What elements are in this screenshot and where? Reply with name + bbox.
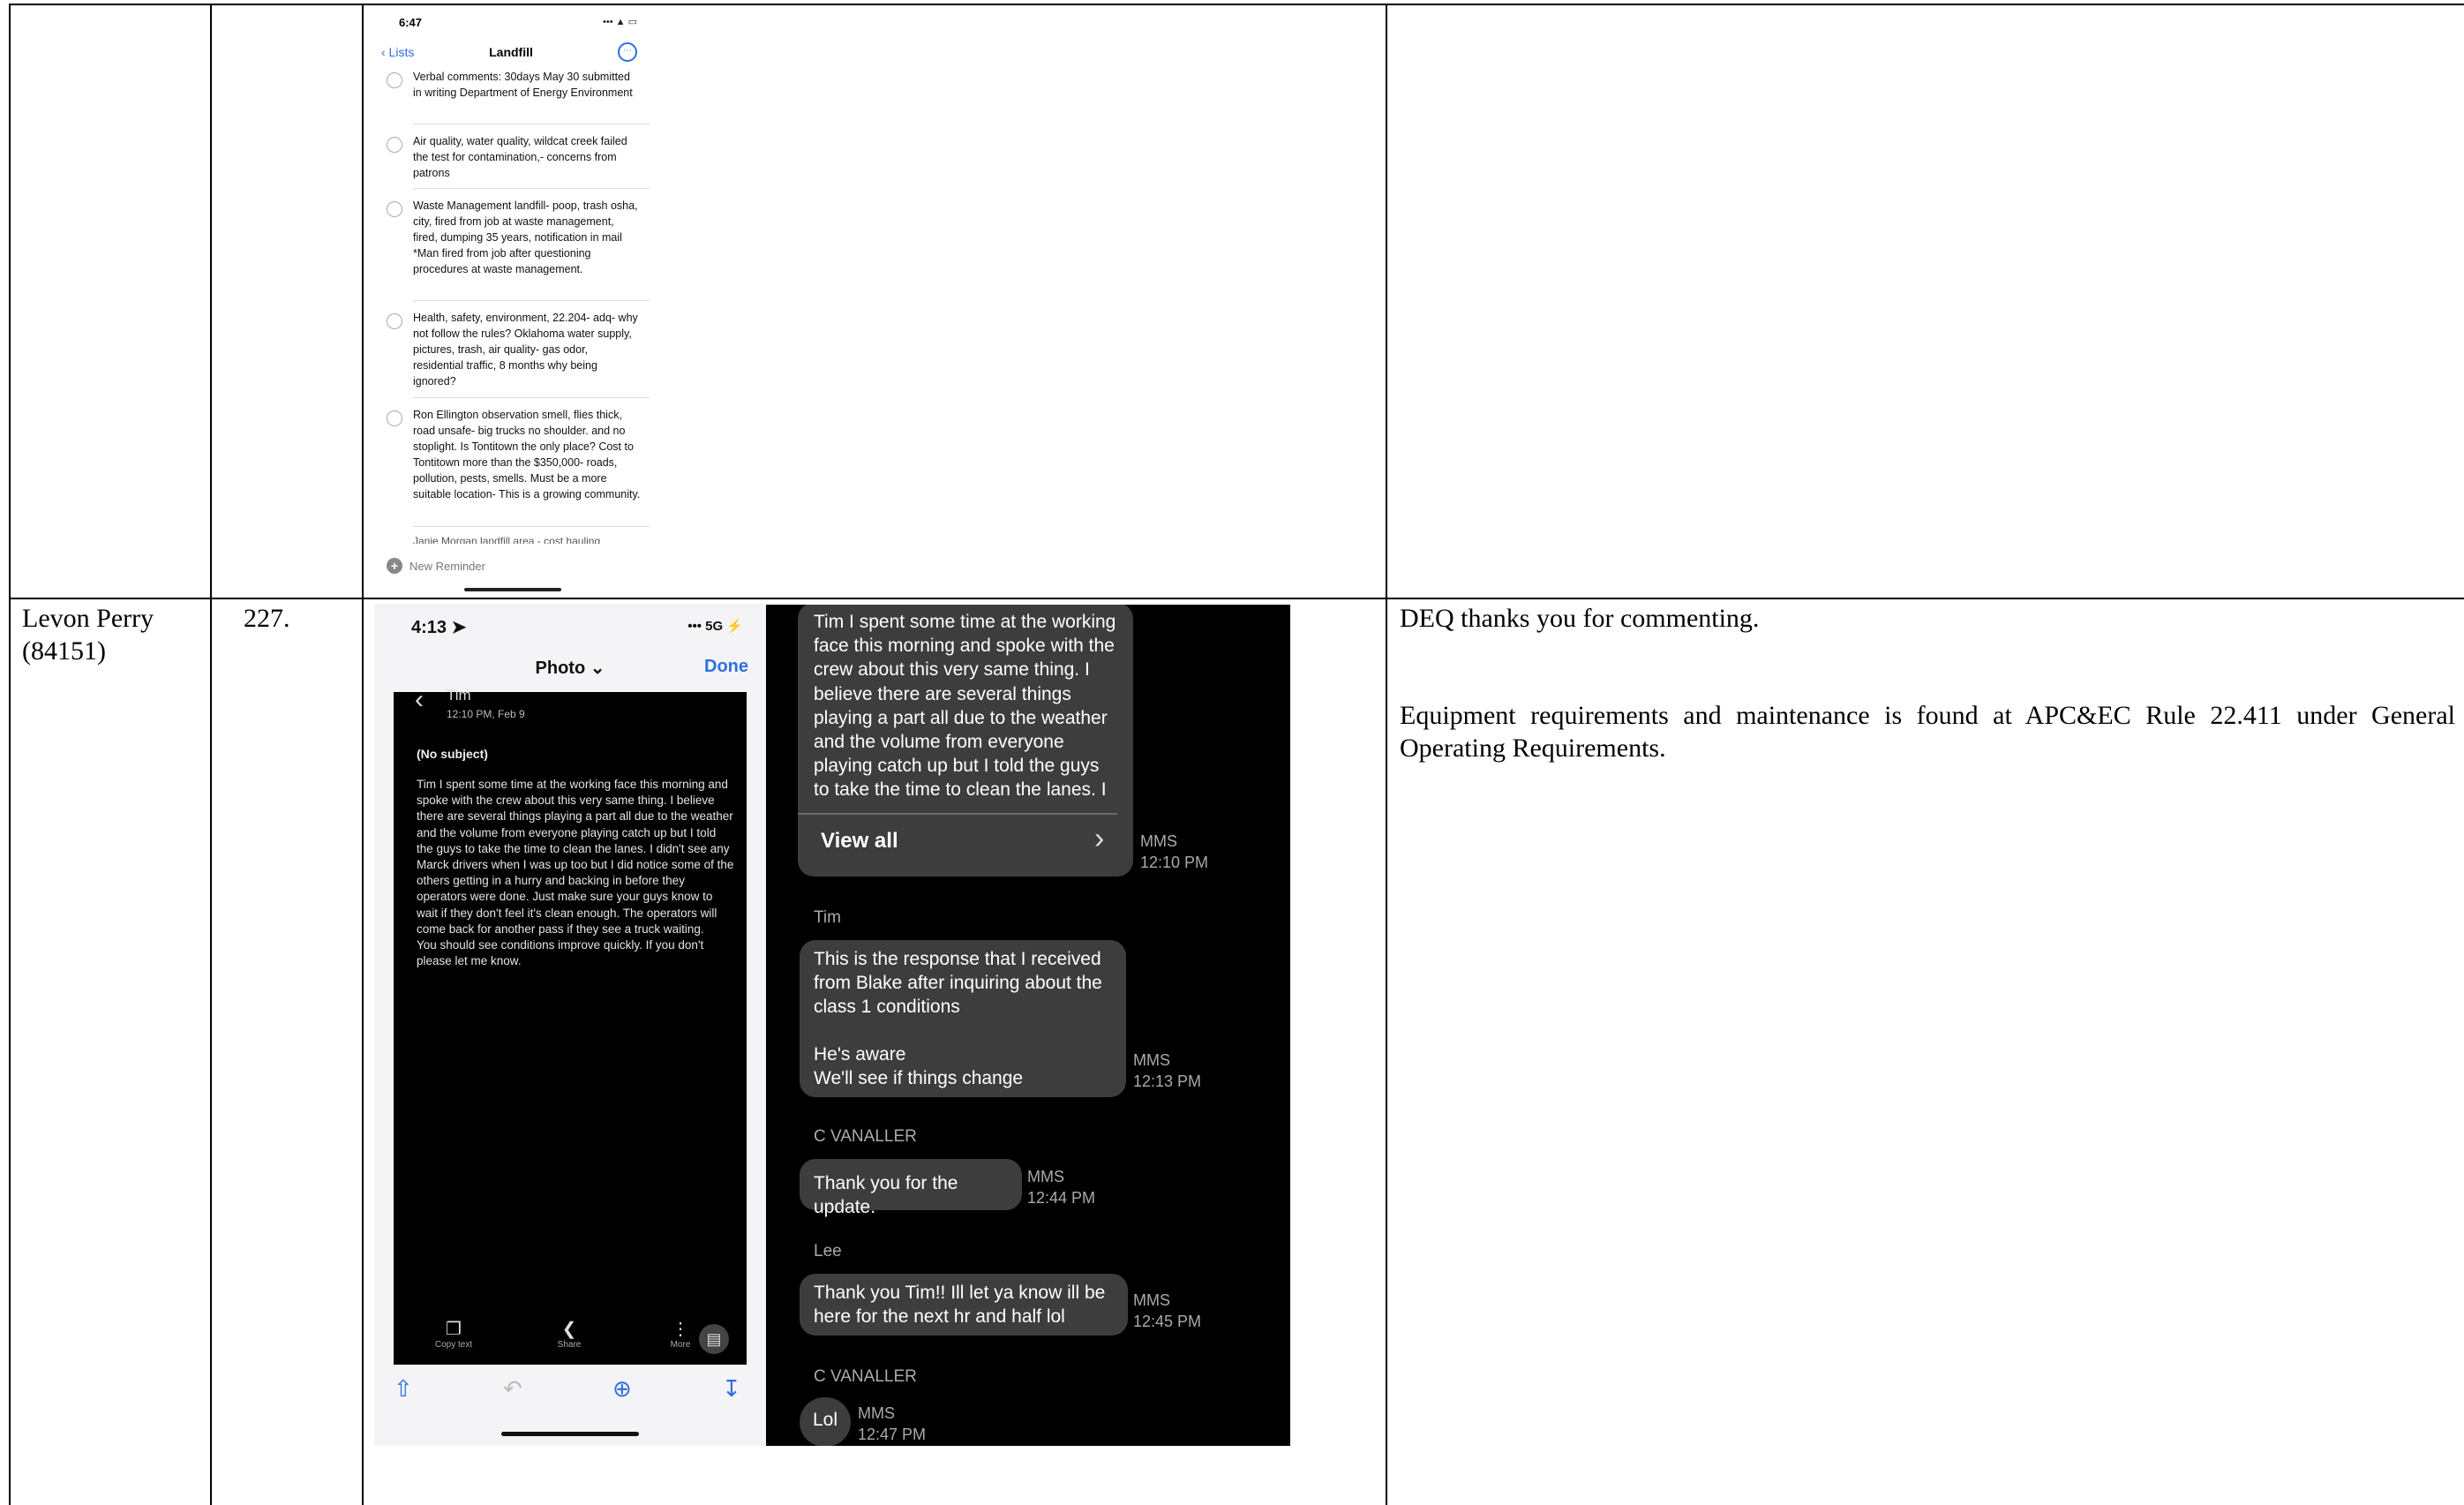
checkbox-circle-icon[interactable] [387,137,402,153]
col-border-3 [362,4,364,1505]
message-meta: MMS 12:44 PM [1027,1168,1096,1207]
sender-name: Tim [814,908,841,927]
message-meta: MMS 12:47 PM [858,1404,927,1443]
divider [413,300,650,301]
more-label: More [670,1340,691,1350]
status-icons: ••• 5G ⚡ [687,619,743,634]
sender-name: Lee [814,1242,842,1260]
status-icons: ••• ▲ ▭ [603,17,637,27]
copy-text-label: Copy text [434,1340,473,1350]
reminder-text: Air quality, water quality, wildcat cree… [413,135,627,179]
more-options-icon[interactable]: ⋯ [618,42,637,62]
col-border-4 [1386,4,1387,1505]
message-bubble: Thank you for the update. [800,1159,1022,1217]
done-button[interactable]: Done [704,657,748,677]
message-bubble: This is the response that I received fro… [800,940,1126,1097]
share-icon: ❮ [561,1320,577,1339]
email-sender: Tim [447,687,471,704]
copy-text-action[interactable]: ❐ Copy text [423,1319,485,1350]
view-all-link[interactable]: View all [821,829,898,854]
col-border-1 [9,4,11,1505]
home-indicator [464,588,561,591]
checkbox-circle-icon[interactable] [387,410,402,426]
sender-name: C VANALLER [814,1127,917,1146]
messages-screenshot: Tim I spent some time at the working fac… [766,605,1290,1446]
reply-icon[interactable]: ↶ [503,1375,522,1403]
back-chevron-icon: ‹ [415,685,424,714]
list-title: Landfill [489,45,533,59]
email-time: 12:10 PM, Feb 9 [447,708,525,720]
new-reminder-label: New Reminder [409,560,485,573]
share-action[interactable]: ❮ Share [538,1319,600,1350]
share-label: Share [557,1340,582,1350]
sender-name: C VANALLER [814,1367,917,1386]
col-border-2 [210,4,212,1505]
divider [413,397,650,398]
status-time: 6:47 [399,16,423,29]
message-meta: MMS 12:45 PM [1133,1291,1202,1330]
zoom-icon[interactable]: ⊕ [612,1375,632,1403]
home-indicator [501,1432,639,1436]
reminder-text: Ron Ellington observation smell, flies t… [413,409,641,500]
email-body: Tim I spent some time at the working fac… [417,778,734,968]
photo-viewer-screenshot: 4:13 ➤ ••• 5G ⚡ Photo ⌄ Done ‹ Tim 12:10… [374,604,766,1446]
image-action-bar: ❐ Copy text ❮ Share ⋮ More ▤ [394,1319,747,1363]
reminder-text: Waste Management landfill- poop, trash o… [413,199,638,275]
save-icon[interactable]: ↧ [722,1375,741,1403]
message-bubble: Thank you Tim!! Ill let ya know ill be h… [800,1274,1128,1336]
chevron-right-icon[interactable]: › [1094,822,1104,856]
copy-icon: ❐ [446,1320,462,1339]
message-bubble: Lol [800,1397,851,1446]
commenter-cell: Levon Perry (84151) [22,604,154,666]
checkbox-circle-icon[interactable] [387,201,402,217]
share-icon[interactable]: ⇧ [394,1375,413,1403]
bubble-divider [798,813,1117,815]
response-line-1: DEQ thanks you for commenting. [1400,604,1760,633]
email-image: ‹ Tim 12:10 PM, Feb 9 (No subject) Tim I… [394,685,747,1365]
reminders-screenshot: 6:47 ••• ▲ ▭ ‹ Lists Landfill ⋯ Verbal c… [372,5,650,595]
checkbox-circle-icon[interactable] [387,313,402,329]
reminder-text: Verbal comments: 30days May 30 submitted… [413,71,633,99]
response-line-2: Equipment requirements and maintenance i… [1400,701,2455,763]
new-reminder-button[interactable]: + New Reminder [387,558,485,574]
row-divider [9,598,2464,599]
plus-icon: + [387,558,402,574]
divider [413,526,650,527]
divider [413,188,650,189]
checkbox-circle-icon[interactable] [387,72,402,88]
reminder-text: Health, safety, environment, 22.204- adq… [413,312,638,388]
live-text-icon[interactable]: ▤ [699,1324,729,1354]
message-text: Tim I spent some time at the working fac… [814,612,1116,806]
status-time: 4:13 ➤ [411,618,467,637]
cut-off-reminder-text: Janie Morgan landfill area - cost haulin… [413,535,601,544]
email-subject: (No subject) [417,747,488,761]
message-meta: MMS 12:10 PM [1140,832,1209,871]
comment-number-cell: 227. [244,604,290,633]
message-meta: MMS 12:13 PM [1133,1051,1202,1090]
